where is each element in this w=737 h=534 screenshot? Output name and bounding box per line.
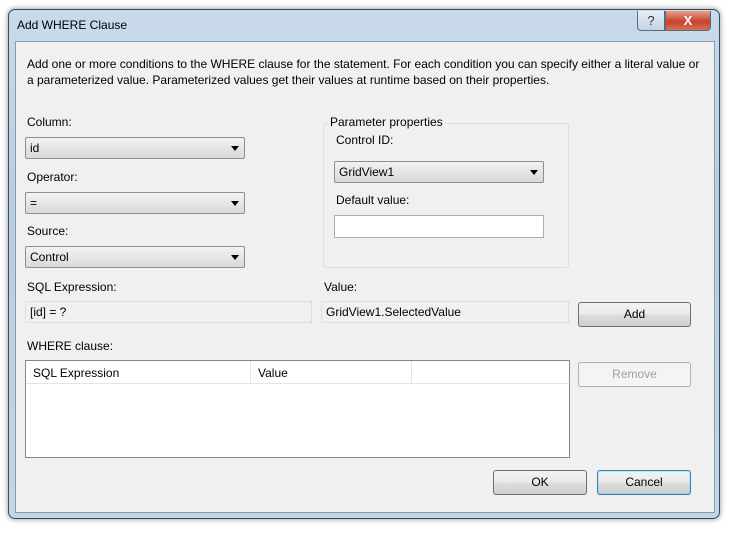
sql-expression-label: SQL Expression: — [27, 280, 117, 294]
control-id-label: Control ID: — [336, 133, 394, 147]
parameter-properties-title: Parameter properties — [328, 115, 445, 129]
column-header-value[interactable]: Value — [251, 361, 412, 383]
chevron-down-icon — [231, 201, 239, 206]
dialog-client: Add one or more conditions to the WHERE … — [15, 41, 715, 513]
column-select[interactable]: id — [25, 137, 245, 159]
help-button[interactable]: ? — [637, 11, 665, 31]
default-value-input[interactable] — [334, 215, 544, 238]
window-title: Add WHERE Clause — [17, 18, 128, 32]
default-value-label: Default value: — [336, 193, 410, 207]
control-id-value: GridView1 — [339, 165, 395, 179]
chevron-down-icon — [231, 146, 239, 151]
where-clause-label: WHERE clause: — [27, 339, 114, 353]
dialog-window: Add WHERE Clause ? X Add one or more con… — [8, 9, 720, 519]
source-label: Source: — [27, 224, 69, 238]
description-text: Add one or more conditions to the WHERE … — [27, 57, 700, 87]
source-value: Control — [30, 250, 69, 264]
operator-value: = — [30, 196, 38, 210]
close-button[interactable]: X — [665, 11, 711, 31]
chevron-down-icon — [530, 170, 538, 175]
operator-select[interactable]: = — [25, 192, 245, 214]
add-button[interactable]: Add — [578, 302, 691, 327]
column-header-sql-expression[interactable]: SQL Expression — [26, 361, 251, 383]
ok-button[interactable]: OK — [493, 470, 587, 495]
value-label: Value: — [324, 280, 358, 294]
column-header-empty — [412, 361, 569, 383]
source-select[interactable]: Control — [25, 246, 245, 268]
remove-button[interactable]: Remove — [578, 362, 691, 387]
column-value: id — [30, 141, 40, 155]
cancel-button[interactable]: Cancel — [597, 470, 691, 495]
list-header: SQL Expression Value — [26, 361, 569, 384]
operator-label: Operator: — [27, 170, 78, 184]
sql-expression-field: [id] = ? — [25, 301, 312, 323]
control-id-select[interactable]: GridView1 — [334, 161, 544, 183]
column-label: Column: — [27, 115, 72, 129]
value-field: GridView1.SelectedValue — [321, 301, 569, 323]
chevron-down-icon — [231, 255, 239, 260]
where-clause-list[interactable]: SQL Expression Value — [25, 360, 570, 458]
